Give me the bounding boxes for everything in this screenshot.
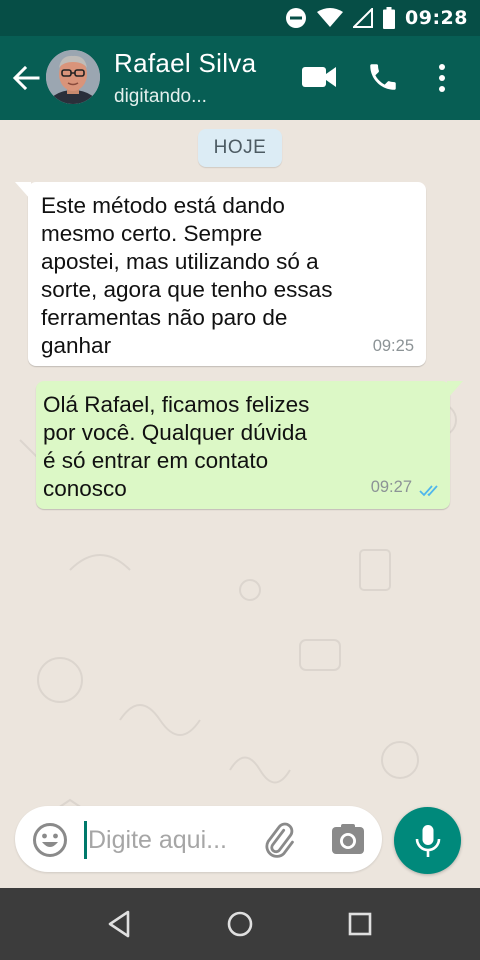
message-time: 09:25 [372,337,414,355]
system-nav-bar [0,888,480,960]
camera-icon[interactable] [331,823,365,855]
battery-icon [383,7,396,29]
mic-icon [415,824,440,857]
message-bubble-incoming[interactable]: Este método está dando mesmo certo. Semp… [15,182,426,366]
nav-home-icon[interactable] [226,910,254,938]
message-text: Este método está dando mesmo certo. Semp… [41,193,333,358]
emoji-icon[interactable] [32,822,68,858]
phone-call-icon[interactable] [366,60,400,94]
chat-area[interactable]: HOJE Este método está dando mesmo certo.… [0,120,480,888]
signal-icon [353,8,374,28]
nav-back-icon[interactable] [106,910,132,938]
video-call-icon[interactable] [300,62,338,92]
bubble-tail [15,182,31,200]
avatar[interactable] [46,50,100,104]
date-chip: HOJE [198,129,282,167]
message-time: 09:27 [370,478,412,496]
status-time: 09:28 [405,7,468,29]
contact-status: digitando... [114,86,207,107]
message-input[interactable] [83,820,253,860]
chat-header: Rafael Silva digitando... [0,36,480,120]
contact-name[interactable]: Rafael Silva [114,48,256,79]
message-bubble-outgoing[interactable]: Olá Rafael, ficamos felizes por você. Qu… [36,381,463,509]
status-bar: 09:28 [0,0,480,36]
paperclip-icon[interactable] [261,822,297,858]
bubble-tail [447,381,463,399]
more-vert-icon[interactable] [430,62,454,94]
mic-button[interactable] [394,807,461,874]
message-composer [15,806,382,872]
nav-recents-icon[interactable] [347,911,373,937]
double-check-read-icon [419,485,438,497]
do-not-disturb-icon [286,8,307,28]
wifi-icon [317,8,344,27]
back-arrow-icon[interactable] [12,64,40,92]
